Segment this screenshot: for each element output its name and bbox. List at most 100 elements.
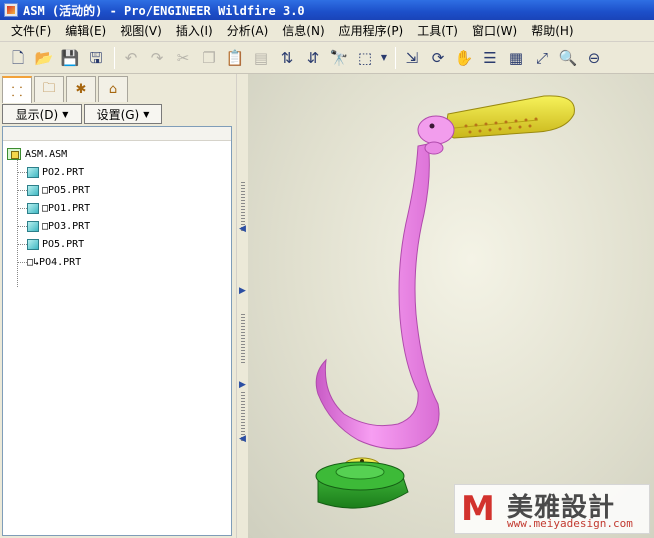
main-toolbar: 🗋 📂 💾 🖫 ↶ ↷ ✂ ❐ 📋 ▤ ⇅ ⇵ 🔭 ⬚ ▼ ⇲ ⟳ ✋ ☰ ▦ … (0, 43, 654, 74)
chevron-down-icon: ▼ (380, 53, 388, 62)
redo-button[interactable]: ↷ (145, 46, 169, 70)
tree-item-prefix: □↳ (27, 256, 40, 268)
display-button[interactable]: 显示(D) ▼ (2, 104, 82, 124)
view-manager-button[interactable]: ▦ (504, 46, 528, 70)
paste-button[interactable]: 📋 (223, 46, 247, 70)
new-button[interactable]: 🗋 (6, 46, 30, 70)
navigator-tabs: ⸬ 🗀 ✱ ⌂ (2, 76, 130, 103)
window-title-bar: ASM (活动的) - Pro/ENGINEER Wildfire 3.0 (0, 0, 654, 20)
zoom-in-button[interactable]: 🔍 (556, 46, 580, 70)
layers-icon: ☰ (483, 48, 497, 67)
tree-connector (18, 208, 27, 209)
tree-item-po1[interactable]: □ PO1.PRT (27, 199, 90, 217)
favorites-tab[interactable]: ✱ (66, 76, 96, 102)
tree-item-po5[interactable]: □ PO5.PRT (27, 181, 90, 199)
datum-display-button[interactable]: ⇲ (400, 46, 424, 70)
tree-column-header (3, 127, 231, 141)
collapse-left-icon[interactable]: ◀ (239, 434, 246, 444)
tree-item-po5-second[interactable]: PO5.PRT (27, 235, 84, 253)
window-title: ASM (活动的) - Pro/ENGINEER Wildfire 3.0 (23, 3, 305, 18)
copy-icon: ❐ (202, 48, 216, 67)
tree-item-label: PO5.PRT (42, 238, 85, 250)
brand-logo: M (461, 489, 495, 529)
datum-display-icon: ⇲ (405, 48, 419, 67)
menu-window[interactable]: 窗口(W) (465, 21, 524, 41)
select-dropdown-button[interactable]: ▼ (379, 46, 389, 70)
undo-button[interactable]: ↶ (119, 46, 143, 70)
menu-bar: 文件(F) 编辑(E) 视图(V) 插入(I) 分析(A) 信息(N) 应用程序… (0, 20, 654, 42)
save-button[interactable]: 💾 (58, 46, 82, 70)
tree-item-po2[interactable]: PO2.PRT (27, 163, 84, 181)
connections-tab[interactable]: ⌂ (98, 76, 128, 102)
display-label: 显示(D) (15, 107, 59, 122)
zoom-out-button[interactable]: ⊖ (582, 46, 606, 70)
regenerate-button[interactable]: ⇅ (275, 46, 299, 70)
part-icon (27, 220, 39, 232)
shower-head-part (446, 95, 575, 139)
menu-analysis[interactable]: 分析(A) (220, 21, 276, 41)
save-copy-button[interactable]: 🖫 (84, 46, 108, 70)
menu-tools[interactable]: 工具(T) (410, 21, 465, 41)
connections-icon: ⌂ (108, 82, 118, 97)
new-icon: 🗋 (11, 48, 25, 67)
tree-button-bar: 显示(D) ▼ 设置(G) ▼ (2, 104, 232, 126)
paste-special-icon: ▤ (253, 48, 269, 67)
menu-edit[interactable]: 编辑(E) (58, 21, 113, 41)
tree-connector (18, 244, 27, 245)
favorites-icon: ✱ (75, 82, 87, 97)
tree-item-po3[interactable]: □ PO3.PRT (27, 217, 90, 235)
cut-icon: ✂ (176, 48, 190, 67)
tree-connector (18, 172, 27, 173)
tree-connector (17, 157, 18, 287)
find-button[interactable]: 🔭 (327, 46, 351, 70)
spin-center-button[interactable]: ⟳ (426, 46, 450, 70)
collapse-left-icon[interactable]: ◀ (239, 224, 246, 234)
tree-item-label: PO3.PRT (48, 220, 91, 232)
regen-manager-button[interactable]: ⇵ (301, 46, 325, 70)
part-icon (27, 238, 39, 250)
chevron-down-icon: ▼ (62, 109, 69, 119)
graphics-viewport[interactable] (248, 74, 654, 538)
model-render (315, 95, 575, 509)
toolbar-separator (395, 47, 396, 69)
menu-file[interactable]: 文件(F) (4, 21, 58, 41)
orient-mode-button[interactable]: ✋ (452, 46, 476, 70)
refit-icon: ⤢ (535, 48, 548, 67)
layers-button[interactable]: ☰ (478, 46, 502, 70)
brand-url: www.meiyadesign.com (507, 517, 633, 530)
open-button[interactable]: 📂 (32, 46, 56, 70)
paste-icon: 📋 (225, 48, 245, 67)
layer-tree-tab[interactable]: 🗀 (34, 76, 64, 102)
refit-button[interactable]: ⤢ (530, 46, 554, 70)
menu-help[interactable]: 帮助(H) (524, 21, 580, 41)
paste-special-button[interactable]: ▤ (249, 46, 273, 70)
zoom-out-icon: ⊖ (587, 48, 601, 67)
panel-splitter[interactable]: ◀ ▶ ▶ ◀ (236, 74, 248, 538)
menu-applications[interactable]: 应用程序(P) (332, 21, 411, 41)
splitter-grip (241, 314, 245, 364)
tree-root-asm[interactable]: ASM.ASM (7, 145, 67, 163)
model-tree-icon: ⸬ (11, 84, 23, 100)
menu-insert[interactable]: 插入(I) (169, 21, 220, 41)
cut-button[interactable]: ✂ (171, 46, 195, 70)
tree-item-label: PO5.PRT (48, 184, 91, 196)
redo-icon: ↷ (150, 48, 164, 67)
select-box-button[interactable]: ⬚ (353, 46, 377, 70)
tree-item-po4[interactable]: □↳ PO4.PRT (27, 253, 81, 271)
undo-icon: ↶ (124, 48, 138, 67)
copy-button[interactable]: ❐ (197, 46, 221, 70)
tree-connector (18, 190, 27, 191)
expand-right-icon[interactable]: ▶ (239, 286, 246, 296)
tree-connector (18, 262, 27, 263)
expand-right-icon[interactable]: ▶ (239, 380, 246, 390)
menu-info[interactable]: 信息(N) (275, 21, 331, 41)
tree-item-label: PO2.PRT (42, 166, 85, 178)
save-icon: 💾 (60, 48, 80, 67)
find-icon: 🔭 (329, 48, 349, 67)
settings-button[interactable]: 设置(G) ▼ (84, 104, 162, 124)
tree-root-label: ASM.ASM (25, 148, 68, 160)
tree-item-label: PO4.PRT (39, 256, 82, 268)
model-tree-tab[interactable]: ⸬ (2, 76, 32, 103)
zoom-in-icon: 🔍 (558, 48, 578, 67)
menu-view[interactable]: 视图(V) (113, 21, 169, 41)
